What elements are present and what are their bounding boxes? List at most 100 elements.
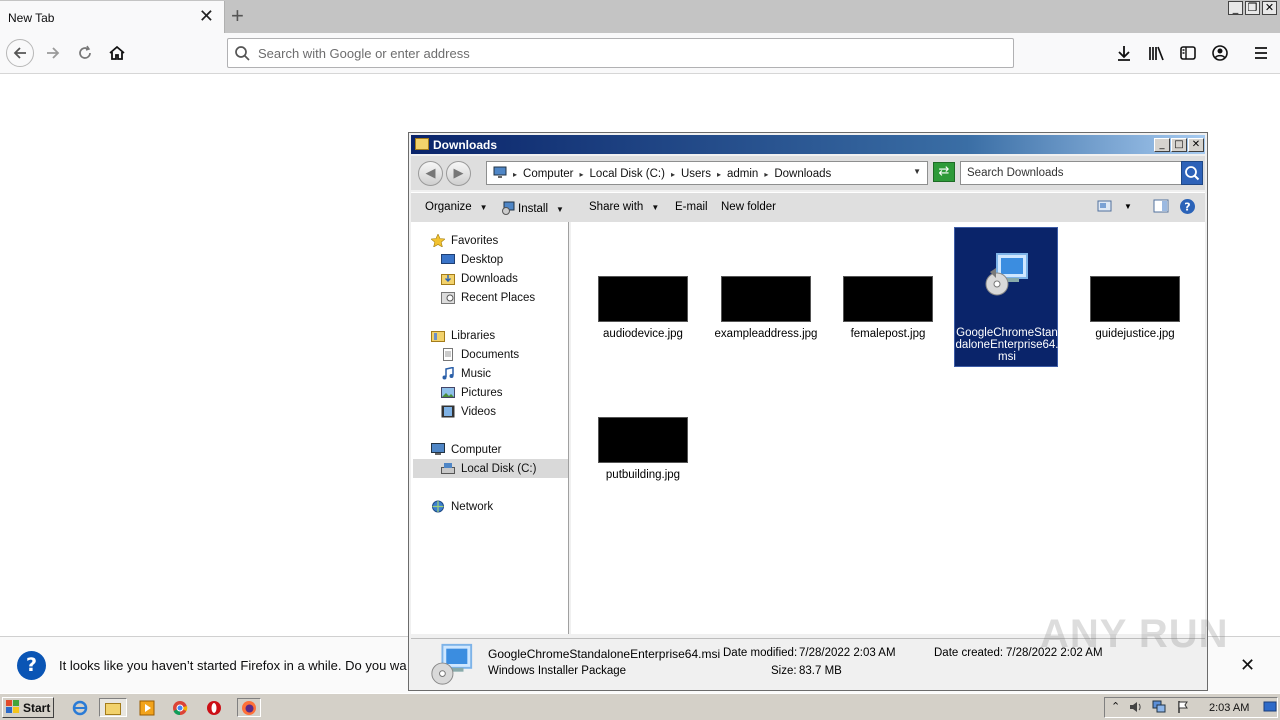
close-window-button[interactable]: ✕	[1262, 1, 1277, 15]
nav-music[interactable]: Music	[441, 364, 491, 383]
library-icon[interactable]	[1145, 42, 1167, 64]
account-icon[interactable]	[1209, 42, 1231, 64]
explorer-minimize-button[interactable]: _	[1154, 138, 1170, 152]
details-modified-value: 7/28/2022 2:03 AM	[799, 647, 896, 659]
tab-new-tab[interactable]: New Tab ✕	[0, 1, 225, 33]
install-button[interactable]: Install ▼	[501, 201, 564, 215]
music-icon	[441, 366, 455, 380]
chevron-down-icon[interactable]: ▼	[913, 167, 921, 176]
breadcrumb-users[interactable]: Users	[681, 168, 711, 180]
documents-icon	[441, 348, 455, 361]
change-view-icon[interactable]	[1097, 199, 1113, 216]
nav-recent-places[interactable]: Recent Places	[441, 288, 535, 307]
preview-pane-icon[interactable]	[1153, 199, 1169, 216]
action-center-flag-icon[interactable]	[1176, 700, 1190, 717]
breadcrumb-downloads[interactable]: Downloads	[774, 168, 831, 180]
installer-icon	[501, 201, 515, 215]
reload-icon[interactable]	[71, 39, 99, 67]
file-name: putbuilding.jpg	[605, 469, 681, 481]
file-item[interactable]: putbuilding.jpg	[591, 417, 695, 485]
nav-documents[interactable]: Documents	[441, 345, 519, 364]
new-tab-plus-icon[interactable]: +	[231, 3, 244, 29]
opera-icon[interactable]	[204, 698, 224, 717]
notification-close-icon[interactable]: ✕	[1240, 655, 1255, 676]
chevron-down-icon: ▼	[556, 205, 564, 214]
chevron-right-icon[interactable]: ▸	[671, 170, 675, 179]
back-arrow-icon[interactable]	[6, 39, 34, 67]
url-input[interactable]	[258, 39, 998, 67]
refresh-icon[interactable]: ⇄	[933, 162, 955, 182]
address-bar[interactable]	[227, 38, 1014, 68]
windows-logo-icon	[6, 699, 20, 716]
hamburger-menu-icon[interactable]	[1250, 42, 1272, 64]
downloads-icon[interactable]	[1113, 42, 1135, 64]
nav-downloads[interactable]: Downloads	[441, 269, 518, 288]
internet-explorer-icon[interactable]	[70, 698, 90, 717]
volume-icon[interactable]	[1128, 700, 1142, 717]
file-name: femalepost.jpg	[850, 328, 926, 340]
file-item[interactable]: guidejustice.jpg	[1083, 276, 1187, 344]
breadcrumb-local-disk[interactable]: Local Disk (C:)	[590, 168, 665, 180]
chevron-up-icon[interactable]: ⌃	[1111, 700, 1120, 713]
minimize-button[interactable]: _	[1228, 1, 1243, 15]
tab-title: New Tab	[8, 11, 55, 25]
nav-downloads-label: Downloads	[461, 272, 518, 285]
chevron-right-icon[interactable]: ▸	[717, 170, 721, 179]
svg-text:?: ?	[1184, 201, 1190, 214]
nav-local-disk[interactable]: Local Disk (C:)	[413, 459, 568, 478]
file-item[interactable]: exampleaddress.jpg	[714, 276, 818, 356]
search-icon[interactable]	[1181, 161, 1203, 185]
explorer-title-bar[interactable]: Downloads _ □ ✕	[411, 135, 1205, 154]
email-button[interactable]: E-mail	[675, 201, 708, 213]
chevron-right-icon[interactable]: ▸	[513, 170, 517, 179]
chevron-right-icon[interactable]: ▸	[580, 170, 584, 179]
nav-videos[interactable]: Videos	[441, 402, 496, 421]
explorer-search-input[interactable]	[967, 162, 1172, 184]
nav-desktop[interactable]: Desktop	[441, 250, 503, 269]
sidebar-icon[interactable]	[1177, 42, 1199, 64]
nav-favorites[interactable]: Favorites	[430, 231, 498, 250]
explorer-close-button[interactable]: ✕	[1188, 138, 1204, 152]
videos-icon	[441, 405, 455, 418]
chevron-right-icon[interactable]: ▸	[764, 170, 768, 179]
chevron-down-icon[interactable]: ▼	[1124, 202, 1132, 211]
nav-computer[interactable]: Computer	[431, 440, 502, 459]
file-item[interactable]: audiodevice.jpg	[591, 276, 695, 344]
forward-arrow-icon[interactable]	[39, 39, 67, 67]
firefox-icon[interactable]	[237, 698, 261, 717]
tab-close-icon[interactable]: ✕	[199, 7, 214, 25]
breadcrumb-computer[interactable]: Computer	[523, 168, 574, 180]
recent-places-icon	[441, 291, 455, 304]
file-item[interactable]: femalepost.jpg	[836, 276, 940, 344]
nav-libraries[interactable]: Libraries	[431, 326, 495, 345]
computer-icon	[431, 443, 445, 456]
breadcrumb-admin[interactable]: admin	[727, 168, 758, 180]
explorer-taskbar-button[interactable]	[99, 698, 127, 717]
home-icon[interactable]	[103, 39, 131, 67]
file-item-selected[interactable]: GoogleChromeStandaloneEnterprise64.msi	[954, 227, 1058, 367]
network-tray-icon[interactable]	[1152, 700, 1166, 717]
explorer-back-button[interactable]: ◀	[418, 161, 443, 186]
share-with-button[interactable]: Share with ▼	[589, 201, 659, 213]
media-player-icon[interactable]	[137, 698, 157, 717]
restore-button[interactable]: ❐	[1245, 1, 1260, 15]
file-name: GoogleChromeStandaloneEnterprise64.msi	[955, 327, 1059, 363]
help-icon[interactable]: ?	[1179, 198, 1196, 218]
taskbar: Start ⌃ 2:03 AM	[0, 693, 1280, 720]
breadcrumb[interactable]: ▸ Computer ▸ Local Disk (C:) ▸ Users ▸ a…	[486, 161, 928, 185]
command-bar: Organize ▼ Install ▼ Share with ▼ E-mail Ne…	[411, 192, 1205, 222]
show-desktop-icon[interactable]	[1263, 700, 1277, 717]
nav-network[interactable]: Network	[431, 497, 493, 516]
chrome-icon[interactable]	[170, 698, 190, 717]
nav-pictures[interactable]: Pictures	[441, 383, 503, 402]
clock[interactable]: 2:03 AM	[1209, 702, 1249, 714]
explorer-forward-button[interactable]: ▶	[446, 161, 471, 186]
new-folder-button[interactable]: New folder	[721, 201, 776, 213]
organize-button[interactable]: Organize ▼	[425, 201, 488, 213]
start-button[interactable]: Start	[2, 697, 54, 718]
explorer-maximize-button[interactable]: □	[1171, 138, 1187, 152]
explorer-search-box[interactable]	[960, 161, 1203, 185]
nav-local-disk-label: Local Disk (C:)	[461, 462, 537, 475]
details-modified-label: Date modified:	[723, 647, 798, 659]
install-label: Install	[518, 203, 549, 215]
